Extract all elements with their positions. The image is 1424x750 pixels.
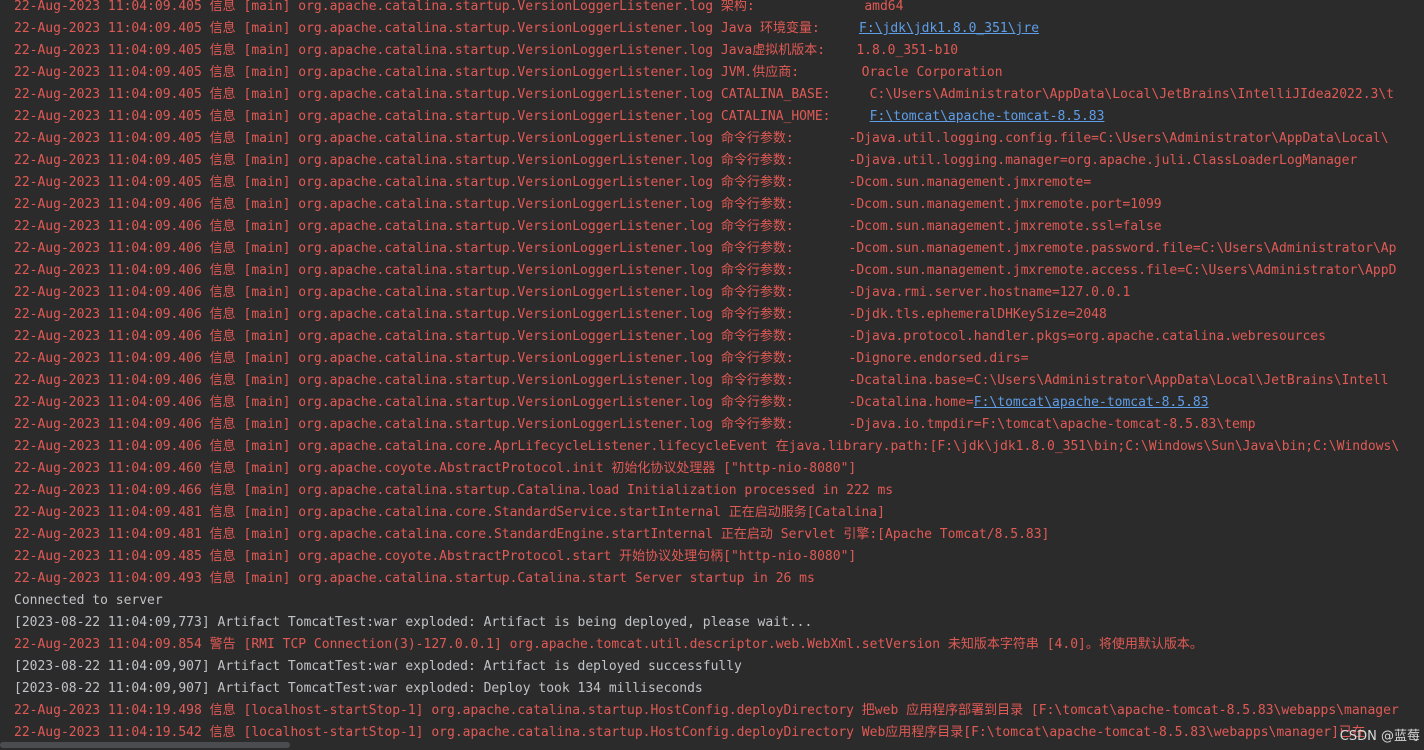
- log-text: 22-Aug-2023 11:04:09.406 信息 [main] org.a…: [14, 197, 1162, 212]
- log-line: 22-Aug-2023 11:04:09.406 信息 [main] org.a…: [14, 414, 1256, 436]
- log-line: 22-Aug-2023 11:04:09.405 信息 [main] org.a…: [14, 150, 1357, 172]
- log-text: 22-Aug-2023 11:04:09.854 警告 [RMI TCP Con…: [14, 637, 1203, 652]
- log-line: 22-Aug-2023 11:04:09.854 警告 [RMI TCP Con…: [14, 634, 1203, 656]
- log-line: 22-Aug-2023 11:04:09.405 信息 [main] org.a…: [14, 40, 958, 62]
- log-line: Connected to server: [14, 590, 163, 612]
- log-text: 22-Aug-2023 11:04:09.406 信息 [main] org.a…: [14, 417, 1256, 432]
- log-text: 22-Aug-2023 11:04:09.405 信息 [main] org.a…: [14, 131, 1389, 146]
- log-text: 22-Aug-2023 11:04:09.460 信息 [main] org.a…: [14, 461, 857, 476]
- log-text: 22-Aug-2023 11:04:09.406 信息 [main] org.a…: [14, 439, 1400, 454]
- file-path-link[interactable]: F:\tomcat\apache-tomcat-8.5.83: [870, 109, 1105, 124]
- log-text: 22-Aug-2023 11:04:09.406 信息 [main] org.a…: [14, 329, 1326, 344]
- log-line: 22-Aug-2023 11:04:09.405 信息 [main] org.a…: [14, 172, 1091, 194]
- log-text: 22-Aug-2023 11:04:09.481 信息 [main] org.a…: [14, 505, 886, 520]
- log-line: 22-Aug-2023 11:04:09.406 信息 [main] org.a…: [14, 260, 1396, 282]
- log-text: 22-Aug-2023 11:04:09.481 信息 [main] org.a…: [14, 527, 1050, 542]
- log-text: 22-Aug-2023 11:04:09.406 信息 [main] org.a…: [14, 285, 1131, 300]
- log-line: 22-Aug-2023 11:04:09.406 信息 [main] org.a…: [14, 348, 1029, 370]
- log-text: 22-Aug-2023 11:04:19.498 信息 [localhost-s…: [14, 703, 1399, 718]
- log-text: 22-Aug-2023 11:04:09.466 信息 [main] org.a…: [14, 483, 894, 498]
- log-text: 22-Aug-2023 11:04:19.542 信息 [localhost-s…: [14, 725, 1365, 740]
- log-text: 22-Aug-2023 11:04:09.485 信息 [main] org.a…: [14, 549, 857, 564]
- log-line: 22-Aug-2023 11:04:09.405 信息 [main] org.a…: [14, 62, 1003, 84]
- log-text: Connected to server: [14, 593, 163, 608]
- log-text: 22-Aug-2023 11:04:09.406 信息 [main] org.a…: [14, 395, 974, 410]
- log-text: [2023-08-22 11:04:09,773] Artifact Tomca…: [14, 615, 813, 630]
- log-line: 22-Aug-2023 11:04:09.405 信息 [main] org.a…: [14, 106, 1104, 128]
- log-text: 22-Aug-2023 11:04:09.406 信息 [main] org.a…: [14, 307, 1107, 322]
- log-line: 22-Aug-2023 11:04:09.460 信息 [main] org.a…: [14, 458, 856, 480]
- log-text: 22-Aug-2023 11:04:09.405 信息 [main] org.a…: [14, 0, 904, 14]
- log-line: 22-Aug-2023 11:04:09.406 信息 [main] org.a…: [14, 282, 1130, 304]
- log-line: 22-Aug-2023 11:04:09.406 信息 [main] org.a…: [14, 392, 1209, 414]
- log-text: 22-Aug-2023 11:04:09.406 信息 [main] org.a…: [14, 219, 1162, 234]
- log-line: 22-Aug-2023 11:04:19.498 信息 [localhost-s…: [14, 700, 1399, 722]
- log-line: 22-Aug-2023 11:04:09.405 信息 [main] org.a…: [14, 84, 1394, 106]
- log-text: 22-Aug-2023 11:04:09.406 信息 [main] org.a…: [14, 351, 1029, 366]
- log-text: 22-Aug-2023 11:04:09.405 信息 [main] org.a…: [14, 43, 959, 58]
- log-text: 22-Aug-2023 11:04:09.405 信息 [main] org.a…: [14, 175, 1092, 190]
- log-line: 22-Aug-2023 11:04:09.406 信息 [main] org.a…: [14, 304, 1107, 326]
- log-line: 22-Aug-2023 11:04:09.493 信息 [main] org.a…: [14, 568, 815, 590]
- log-line: 22-Aug-2023 11:04:09.406 信息 [main] org.a…: [14, 370, 1389, 392]
- log-line: 22-Aug-2023 11:04:09.405 信息 [main] org.a…: [14, 18, 1039, 40]
- log-line: 22-Aug-2023 11:04:09.481 信息 [main] org.a…: [14, 502, 885, 524]
- console-output[interactable]: 22-Aug-2023 11:04:09.405 信息 [main] org.a…: [0, 0, 1424, 750]
- log-line: 22-Aug-2023 11:04:09.406 信息 [main] org.a…: [14, 238, 1396, 260]
- log-text: 22-Aug-2023 11:04:09.406 信息 [main] org.a…: [14, 263, 1397, 278]
- log-text: 22-Aug-2023 11:04:09.406 信息 [main] org.a…: [14, 241, 1397, 256]
- log-line: 22-Aug-2023 11:04:09.405 信息 [main] org.a…: [14, 128, 1389, 150]
- log-text: 22-Aug-2023 11:04:09.405 信息 [main] org.a…: [14, 153, 1358, 168]
- log-text: 22-Aug-2023 11:04:09.405 信息 [main] org.a…: [14, 87, 1395, 102]
- log-text: [2023-08-22 11:04:09,907] Artifact Tomca…: [14, 681, 703, 696]
- file-path-link[interactable]: F:\tomcat\apache-tomcat-8.5.83: [974, 395, 1209, 410]
- horizontal-scrollbar[interactable]: [0, 742, 290, 748]
- log-line: 22-Aug-2023 11:04:19.542 信息 [localhost-s…: [14, 722, 1365, 744]
- file-path-link[interactable]: F:\jdk\jdk1.8.0_351\jre: [859, 21, 1039, 36]
- log-text: 22-Aug-2023 11:04:09.493 信息 [main] org.a…: [14, 571, 815, 586]
- log-text: 22-Aug-2023 11:04:09.405 信息 [main] org.a…: [14, 109, 870, 124]
- log-line: 22-Aug-2023 11:04:09.406 信息 [main] org.a…: [14, 194, 1162, 216]
- watermark: CSDN @蓝莓: [1339, 729, 1420, 744]
- log-line: 22-Aug-2023 11:04:09.406 信息 [main] org.a…: [14, 326, 1326, 348]
- log-text: 22-Aug-2023 11:04:09.406 信息 [main] org.a…: [14, 373, 1389, 388]
- log-text: 22-Aug-2023 11:04:09.405 信息 [main] org.a…: [14, 65, 1003, 80]
- log-line: [2023-08-22 11:04:09,773] Artifact Tomca…: [14, 612, 812, 634]
- log-line: [2023-08-22 11:04:09,907] Artifact Tomca…: [14, 678, 703, 700]
- log-text: 22-Aug-2023 11:04:09.405 信息 [main] org.a…: [14, 21, 860, 36]
- log-line: 22-Aug-2023 11:04:09.481 信息 [main] org.a…: [14, 524, 1049, 546]
- log-line: 22-Aug-2023 11:04:09.466 信息 [main] org.a…: [14, 480, 893, 502]
- log-line: 22-Aug-2023 11:04:09.405 信息 [main] org.a…: [14, 0, 903, 18]
- log-line: 22-Aug-2023 11:04:09.485 信息 [main] org.a…: [14, 546, 856, 568]
- log-line: [2023-08-22 11:04:09,907] Artifact Tomca…: [14, 656, 742, 678]
- log-line: 22-Aug-2023 11:04:09.406 信息 [main] org.a…: [14, 436, 1399, 458]
- log-text: [2023-08-22 11:04:09,907] Artifact Tomca…: [14, 659, 742, 674]
- log-line: 22-Aug-2023 11:04:09.406 信息 [main] org.a…: [14, 216, 1162, 238]
